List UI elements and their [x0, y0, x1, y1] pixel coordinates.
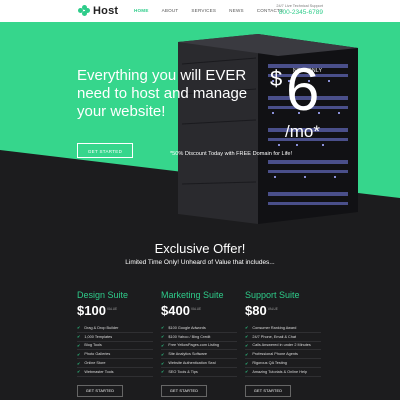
check-icon: ✔ [161, 342, 165, 348]
feature-list: ✔ Drag & Drop Builder ✔ 1,000 Templates ✔ B… [77, 324, 153, 377]
feature-label: Online Store [84, 361, 106, 366]
feature-label: Website Authentication Seal [168, 361, 216, 366]
check-icon: ✔ [77, 369, 81, 375]
offer-subtitle: Limited Time Only! Unheard of Value that… [125, 259, 275, 266]
feature-item: ✔ Amazing Tutorials & Online Help [245, 368, 321, 377]
plan-price: $400 VALUE [161, 303, 237, 319]
plan-name: Marketing Suite [161, 290, 224, 300]
feature-list: ✔ $100 Google Adwords ✔ $100 Yahoo / Bing … [161, 324, 237, 377]
feature-label: Blog Tools [84, 343, 102, 348]
support-info: 24/7 Live Technical Support 800-2345-678… [276, 4, 323, 16]
check-icon: ✔ [245, 360, 249, 366]
offer-title: Exclusive Offer! [154, 241, 246, 256]
plan-price-amount: $400 [161, 303, 190, 318]
support-label: 24/7 Live Technical Support [276, 4, 323, 8]
feature-item: ✔ Blog Tools [77, 342, 153, 351]
nav-news[interactable]: NEWS [229, 8, 244, 13]
feature-label: Free YellowPages.com Listing [168, 343, 220, 348]
plan-get-started-button[interactable]: GET STARTED [245, 384, 291, 397]
nav-about[interactable]: ABOUT [162, 8, 179, 13]
feature-item: ✔ Photo Galleries [77, 350, 153, 360]
feature-label: Site Analytics Software [168, 352, 207, 357]
hero-get-started-button[interactable]: GET STARTED [77, 143, 133, 158]
check-icon: ✔ [245, 325, 249, 331]
plan-get-started-button[interactable]: GET STARTED [161, 384, 207, 397]
check-icon: ✔ [77, 360, 81, 366]
feature-item: ✔ Calls Answered in under 2 Minutes [245, 342, 321, 351]
feature-label: $100 Yahoo / Bing Credit [168, 334, 211, 339]
feature-item: ✔ Consumer Ranking Award [245, 324, 321, 333]
plan-price: $100 VALUE [77, 303, 153, 319]
feature-label: Consumer Ranking Award [252, 325, 297, 330]
site-header: Host HOME ABOUT SERVICES NEWS CONTACTS 2… [0, 0, 400, 22]
check-icon: ✔ [161, 334, 165, 340]
check-icon: ✔ [77, 325, 81, 331]
main-nav: HOME ABOUT SERVICES NEWS CONTACTS [134, 8, 296, 13]
plan-price-amount: $80 [245, 303, 267, 318]
price-tag: NOW ONLY [293, 68, 323, 74]
support-phone[interactable]: 800-2345-6789 [276, 9, 323, 16]
clover-logo-icon [78, 5, 90, 17]
plan-name: Design Suite [77, 290, 129, 300]
check-icon: ✔ [245, 334, 249, 340]
check-icon: ✔ [245, 369, 249, 375]
plan-price: $80 VALUE [245, 303, 321, 319]
feature-label: SEO Tools & Tips [168, 369, 198, 374]
check-icon: ✔ [245, 351, 249, 357]
check-icon: ✔ [161, 351, 165, 357]
check-icon: ✔ [161, 360, 165, 366]
plan-get-started-button[interactable]: GET STARTED [77, 384, 123, 397]
feature-item: ✔ Drag & Drop Builder [77, 324, 153, 333]
plan-price-unit: VALUE [106, 307, 118, 311]
feature-item: ✔ $100 Google Adwords [161, 324, 237, 333]
check-icon: ✔ [161, 369, 165, 375]
feature-label: Drag & Drop Builder [84, 325, 119, 330]
feature-item: ✔ SEO Tools & Tips [161, 368, 237, 377]
feature-list: ✔ Consumer Ranking Award ✔ 24/7 Phone, Ema… [245, 324, 321, 377]
check-icon: ✔ [77, 351, 81, 357]
check-icon: ✔ [77, 334, 81, 340]
logo-text: Host [93, 5, 119, 17]
feature-label: 24/7 Phone, Email & Chat [252, 334, 297, 339]
feature-item: ✔ Free YellowPages.com Listing [161, 342, 237, 351]
hero-title: Everything you will EVER need to host an… [77, 67, 248, 120]
check-icon: ✔ [245, 342, 249, 348]
feature-label: Photo Galleries [84, 352, 111, 357]
feature-item: ✔ Website Authentication Seal [161, 359, 237, 368]
nav-services[interactable]: SERVICES [191, 8, 216, 13]
plan-price-unit: VALUE [190, 307, 202, 311]
plan-support-suite: Support Suite $80 VALUE ✔ Consumer Rankin… [245, 290, 321, 397]
feature-item: ✔ Site Analytics Software [161, 350, 237, 360]
feature-label: Calls Answered in under 2 Minutes [252, 343, 311, 348]
feature-item: ✔ $100 Yahoo / Bing Credit [161, 333, 237, 342]
feature-item: ✔ Professional Phone Agents [245, 350, 321, 360]
server-rack-image [178, 34, 358, 224]
price-period: /mo* [285, 122, 320, 141]
logo[interactable]: Host [78, 5, 118, 17]
plan-design-suite: Design Suite $100 VALUE ✔ Drag & Drop Bui… [77, 290, 153, 397]
plan-name: Support Suite [245, 290, 300, 300]
plan-price-amount: $100 [77, 303, 106, 318]
feature-item: ✔ Rigorous QA Testing [245, 359, 321, 368]
feature-label: $100 Google Adwords [168, 325, 206, 330]
discount-text: *50% Discount Today with FREE Domain for… [170, 151, 293, 157]
feature-item: ✔ Online Store [77, 359, 153, 368]
nav-home[interactable]: HOME [134, 8, 149, 13]
feature-label: Webmaster Tools [84, 369, 114, 374]
feature-label: Professional Phone Agents [252, 352, 298, 357]
feature-label: Amazing Tutorials & Online Help [252, 369, 308, 374]
feature-item: ✔ 1,000 Templates [77, 333, 153, 342]
check-icon: ✔ [161, 325, 165, 331]
feature-item: ✔ 24/7 Phone, Email & Chat [245, 333, 321, 342]
price-currency: $ [270, 66, 283, 91]
check-icon: ✔ [77, 342, 81, 348]
feature-item: ✔ Webmaster Tools [77, 368, 153, 377]
plan-marketing-suite: Marketing Suite $400 VALUE ✔ $100 Google … [161, 290, 237, 397]
feature-label: Rigorous QA Testing [252, 361, 287, 366]
plan-price-unit: VALUE [267, 307, 278, 311]
feature-label: 1,000 Templates [84, 334, 113, 339]
